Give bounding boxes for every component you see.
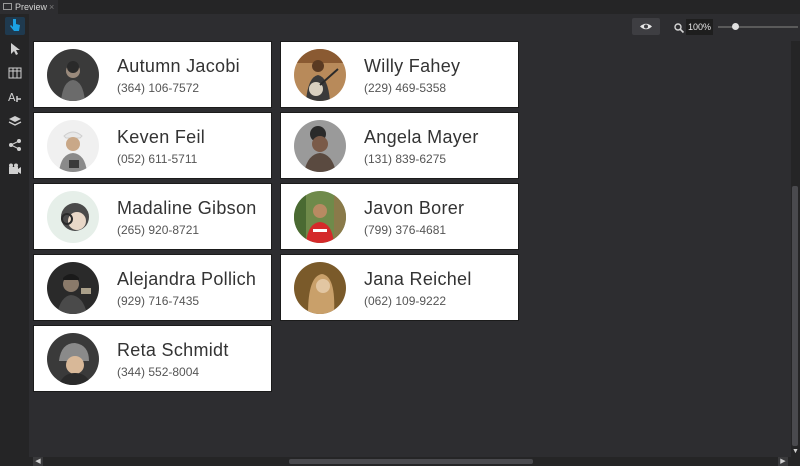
- tab-preview[interactable]: Preview ×: [0, 0, 58, 14]
- avatar: [294, 191, 346, 243]
- arrow-pointer-icon[interactable]: [5, 42, 25, 60]
- avatar: [294, 120, 346, 172]
- scroll-left-arrow-icon[interactable]: ◀: [33, 457, 43, 466]
- scroll-right-arrow-icon[interactable]: ▶: [778, 457, 788, 466]
- scroll-corner: [791, 457, 800, 466]
- zoom-level-field[interactable]: 100%: [686, 19, 713, 35]
- table-icon[interactable]: [5, 66, 25, 84]
- zoom-slider-track[interactable]: [718, 26, 798, 28]
- contact-phone: (229) 469-5358: [364, 81, 447, 95]
- avatar: [47, 49, 99, 101]
- contact-name: Madaline Gibson: [117, 198, 257, 218]
- contact-card[interactable]: Madaline Gibson (265) 920-8721: [33, 183, 272, 250]
- horizontal-scroll-thumb[interactable]: [289, 459, 533, 464]
- contact-name: Keven Feil: [117, 127, 206, 147]
- vertical-scroll-thumb[interactable]: [792, 186, 798, 446]
- contact-name: Javon Borer: [364, 198, 465, 218]
- contact-card[interactable]: Autumn Jacobi (364) 106-7572: [33, 41, 272, 108]
- contact-name: Jana Reichel: [364, 269, 472, 289]
- avatar: [47, 262, 99, 314]
- layers-icon[interactable]: [5, 114, 25, 132]
- contact-phone: (131) 839-6275: [364, 152, 447, 166]
- avatar: [294, 262, 346, 314]
- tab-label: Preview: [15, 2, 48, 12]
- svg-text:A: A: [8, 91, 16, 104]
- scroll-down-arrow-icon[interactable]: ▼: [791, 446, 800, 457]
- tab-bar: Preview ×: [0, 0, 800, 14]
- contact-card[interactable]: Javon Borer (799) 376-4681: [280, 183, 519, 250]
- avatar: [47, 120, 99, 172]
- preview-toolbar: 100%: [29, 14, 800, 42]
- contact-card[interactable]: Keven Feil (052) 611-5711: [33, 112, 272, 179]
- contact-name: Alejandra Pollich: [117, 269, 257, 289]
- contact-name: Reta Schmidt: [117, 340, 229, 360]
- contact-card[interactable]: Willy Fahey (229) 469-5358: [280, 41, 519, 108]
- contact-phone: (799) 376-4681: [364, 223, 447, 237]
- contact-phone: (265) 920-8721: [117, 223, 200, 237]
- contact-card[interactable]: Angela Mayer (131) 839-6275: [280, 112, 519, 179]
- contact-card[interactable]: Jana Reichel (062) 109-9222: [280, 254, 519, 321]
- avatar: [294, 49, 346, 101]
- zoom-slider-thumb[interactable]: [732, 23, 739, 30]
- contact-name: Autumn Jacobi: [117, 56, 240, 76]
- left-toolbox: A: [0, 14, 29, 466]
- contact-name: Willy Fahey: [364, 56, 461, 76]
- tab-close-button[interactable]: ×: [49, 0, 54, 14]
- preview-canvas: Autumn Jacobi (364) 106-7572 Willy Fahey…: [29, 41, 791, 457]
- eye-icon: [640, 23, 652, 30]
- contact-phone: (062) 109-9222: [364, 294, 447, 308]
- contact-card[interactable]: Alejandra Pollich (929) 716-7435: [33, 254, 272, 321]
- avatar: [47, 191, 99, 243]
- contact-phone: (364) 106-7572: [117, 81, 200, 95]
- share-flow-icon[interactable]: [5, 138, 25, 156]
- touch-pointer-icon[interactable]: [5, 17, 25, 35]
- preview-window-icon: [3, 3, 12, 10]
- video-camera-icon[interactable]: [5, 162, 25, 180]
- contact-phone: (929) 716-7435: [117, 294, 200, 308]
- contact-phone: (344) 552-8004: [117, 365, 200, 379]
- text-style-icon[interactable]: A: [5, 90, 25, 108]
- avatar: [47, 333, 99, 385]
- contact-name: Angela Mayer: [364, 127, 479, 147]
- eye-toggle-button[interactable]: [632, 18, 660, 35]
- magnifier-icon: [673, 21, 685, 34]
- contact-card[interactable]: Reta Schmidt (344) 552-8004: [33, 325, 272, 392]
- contact-phone: (052) 611-5711: [117, 152, 198, 166]
